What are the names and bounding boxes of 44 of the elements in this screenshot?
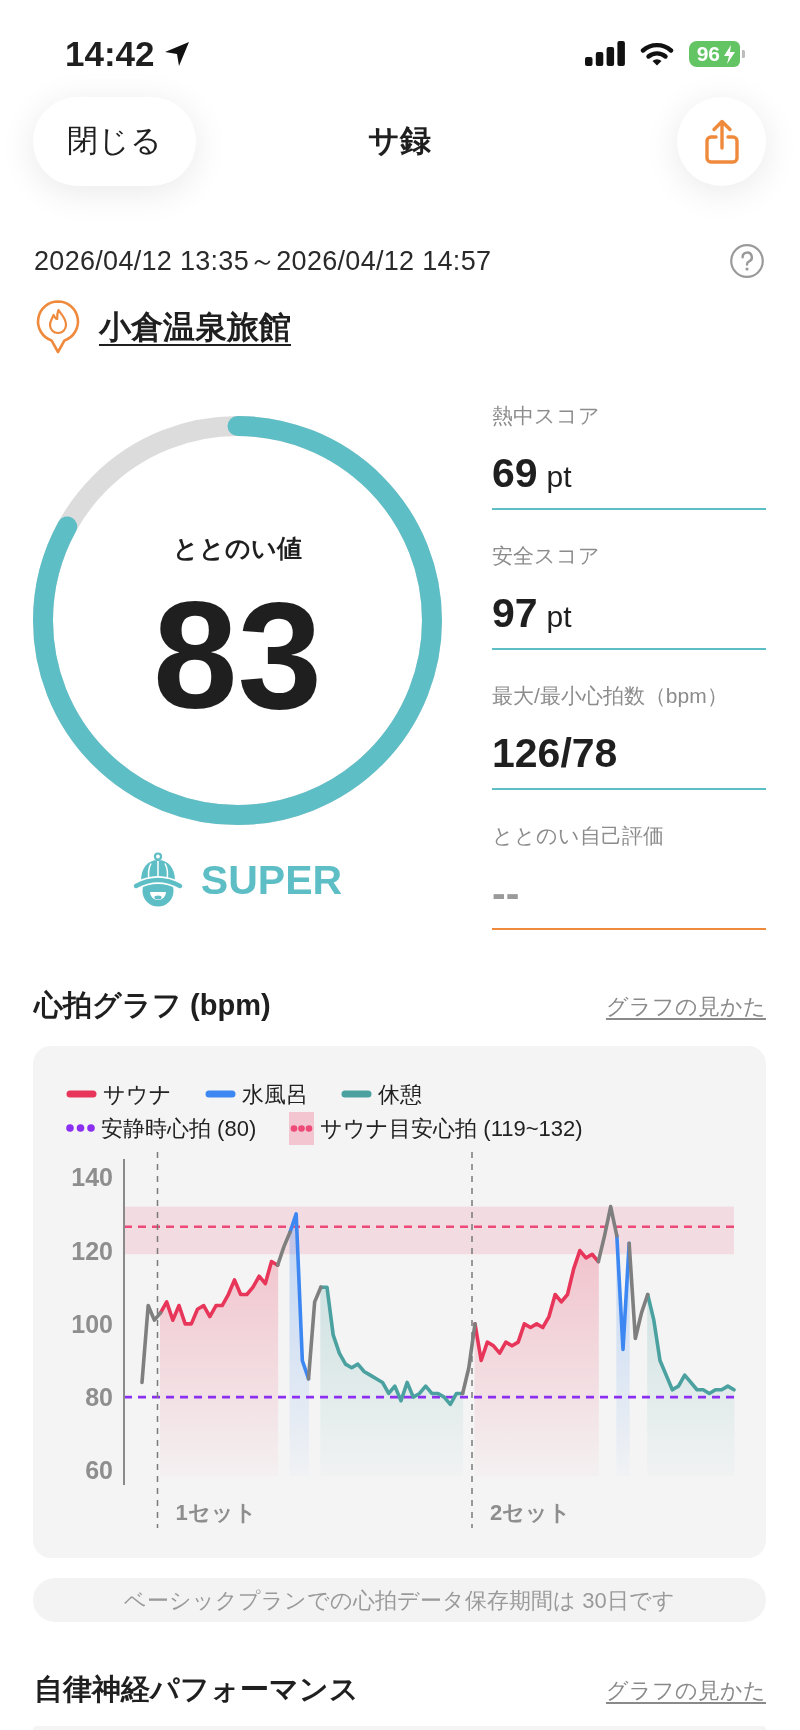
status-time: 14:42 bbox=[65, 35, 155, 72]
gauge-label: ととのい値 bbox=[173, 533, 302, 564]
share-icon bbox=[702, 117, 741, 166]
metric-label: 熱中スコア bbox=[492, 403, 601, 429]
y-tick-label: 120 bbox=[71, 1236, 113, 1265]
venue-link[interactable]: 小倉温泉旅館 bbox=[99, 303, 291, 351]
rating-label: SUPER bbox=[200, 856, 343, 905]
flame-pin-icon bbox=[35, 299, 81, 355]
help-icon[interactable] bbox=[730, 244, 764, 278]
metric-value: 69 bbox=[492, 449, 538, 497]
set-label: 1セット bbox=[175, 1500, 257, 1525]
section-title: 自律神経パフォーマンス bbox=[34, 1672, 359, 1708]
metric-label: 最大/最小心拍数（bpm） bbox=[492, 683, 729, 709]
metric-value: 126/78 bbox=[492, 729, 618, 777]
battery-level: 96 bbox=[688, 40, 720, 67]
metric-label: 安全スコア bbox=[492, 543, 601, 569]
metric-unit: pt bbox=[546, 459, 572, 495]
close-button[interactable]: 閉じる bbox=[33, 97, 196, 186]
screen-title: サ録 bbox=[368, 122, 431, 161]
legend-label: サウナ bbox=[103, 1080, 172, 1109]
metric-label: ととのい自己評価 bbox=[492, 823, 665, 849]
legend-label: 安静時心拍 (80) bbox=[101, 1114, 257, 1143]
battery-charging-icon bbox=[720, 40, 746, 67]
location-arrow-icon bbox=[163, 40, 190, 67]
legend-label: 休憩 bbox=[378, 1080, 422, 1109]
signal-icon bbox=[584, 41, 625, 66]
y-tick-label: 100 bbox=[71, 1309, 113, 1338]
legend-label: 水風呂 bbox=[242, 1080, 308, 1109]
legend-label: サウナ目安心拍 (119~132) bbox=[320, 1114, 583, 1143]
metric-unit: pt bbox=[546, 599, 572, 635]
help-link[interactable]: グラフの見かた bbox=[606, 989, 766, 1023]
y-tick-label: 80 bbox=[85, 1383, 113, 1412]
date-range: 2026/04/12 13:35～2026/04/12 14:57 bbox=[34, 244, 492, 278]
gauge-value: 83 bbox=[152, 580, 323, 730]
metric-value: -- bbox=[492, 869, 520, 917]
y-tick-label: 140 bbox=[71, 1163, 113, 1192]
metric-value: 97 bbox=[492, 589, 538, 637]
help-link[interactable]: グラフの見かた bbox=[606, 1673, 766, 1707]
wifi-icon bbox=[639, 41, 674, 66]
storage-notice: ベーシックプランでの心拍データ保存期間は 30日です bbox=[33, 1578, 766, 1622]
mascot-icon bbox=[132, 852, 183, 908]
set-label: 2セット bbox=[489, 1500, 572, 1525]
section-title: 心拍グラフ (bpm) bbox=[34, 988, 271, 1024]
y-tick-label: 60 bbox=[85, 1456, 113, 1485]
